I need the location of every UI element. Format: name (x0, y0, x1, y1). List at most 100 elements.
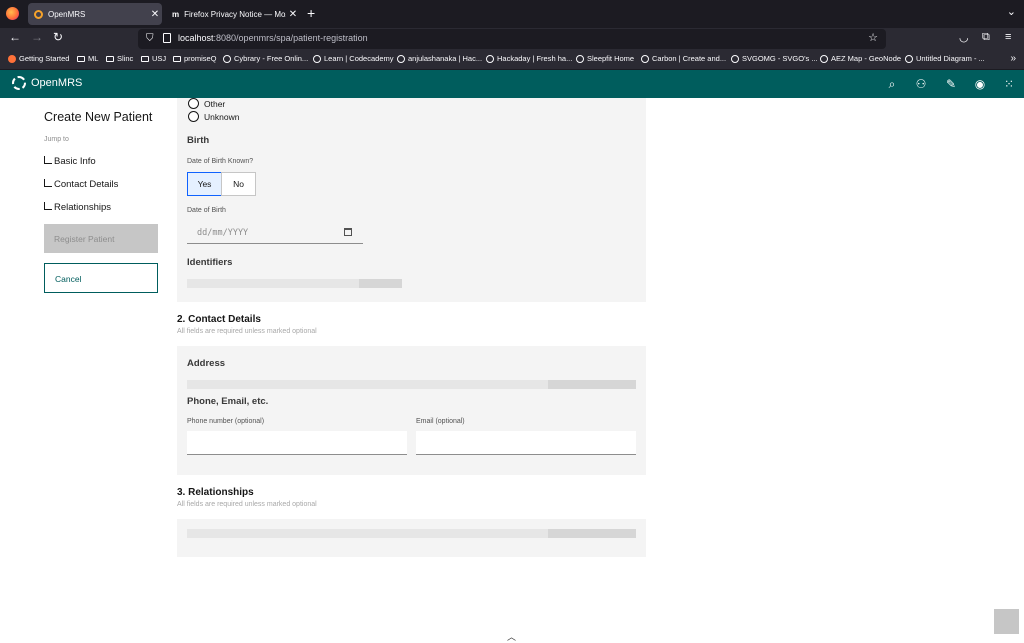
bookmarks-toolbar: Getting Started ML Slinc USJ promiseQ Cy… (0, 50, 1024, 70)
gender-option-unknown[interactable]: Unknown (188, 111, 239, 122)
bookmark-item[interactable]: Learn | Codecademy (313, 54, 394, 63)
chevron-double-right-icon[interactable]: » (1010, 53, 1016, 64)
jump-link-basic-info[interactable]: Basic Info (44, 155, 96, 167)
phone-input[interactable] (187, 431, 407, 455)
register-patient-button[interactable]: Register Patient (44, 224, 158, 253)
tab-title: Firefox Privacy Notice — Mozilla (184, 9, 286, 19)
menu-icon[interactable]: ≡ (1005, 31, 1011, 43)
corner-arrow-icon (44, 201, 52, 210)
email-label: Email (optional) (416, 418, 465, 425)
folder-icon (141, 55, 149, 62)
close-icon[interactable]: ✕ (286, 9, 300, 20)
bookmark-item[interactable]: promiseQ (173, 54, 217, 63)
birth-heading: Birth (187, 135, 210, 146)
dob-label: Date of Birth (187, 207, 226, 214)
calendar-icon[interactable] (344, 228, 352, 236)
openmrs-logo[interactable]: OpenMRS (12, 76, 82, 90)
scroll-to-top-button[interactable] (994, 609, 1019, 634)
contact-details-subtitle: All fields are required unless marked op… (177, 328, 317, 335)
user-avatar-icon[interactable]: ◉ (972, 76, 988, 92)
radio-button[interactable] (188, 111, 199, 122)
globe-icon (313, 54, 321, 63)
basic-info-panel (177, 98, 646, 302)
bookmark-item[interactable]: Getting Started (8, 54, 69, 63)
bookmark-item[interactable]: anjulashanaka | Hac... (397, 54, 482, 63)
email-input[interactable] (416, 431, 636, 455)
globe-icon (731, 54, 739, 63)
close-icon[interactable]: ✕ (148, 9, 162, 20)
phone-email-heading: Phone, Email, etc. (187, 396, 269, 407)
browser-navbar: ← → ↻ ⛉ localhost:8080/openmrs/spa/patie… (0, 28, 1024, 50)
globe-icon (905, 54, 913, 63)
tab-title: OpenMRS (48, 9, 86, 19)
chevron-up-icon[interactable]: ︿ (507, 630, 516, 643)
search-icon[interactable]: ⌕ (884, 76, 900, 92)
shield-icon[interactable]: ⛉ (146, 33, 154, 44)
dob-known-yes-button[interactable]: Yes (187, 172, 222, 196)
jump-link-contact-details[interactable]: Contact Details (44, 178, 118, 190)
folder-icon (106, 55, 114, 62)
bookmark-item[interactable]: Slinc (106, 54, 133, 63)
corner-arrow-icon (44, 155, 52, 164)
mozilla-favicon-icon: m (172, 9, 180, 19)
app-header: OpenMRS ⌕ ⚇ ✎ ◉ ⁙ (0, 70, 1024, 98)
back-icon[interactable]: ← (9, 30, 21, 44)
contact-details-title: 2. Contact Details (177, 314, 261, 325)
tools-icon[interactable]: ✎ (943, 76, 959, 92)
dob-known-label: Date of Birth Known? (187, 158, 254, 165)
loading-skeleton (359, 279, 402, 288)
app-switcher-icon[interactable]: ⁙ (1001, 76, 1017, 92)
dob-input[interactable]: dd/mm/YYYY (187, 222, 363, 244)
brand-name: OpenMRS (31, 77, 83, 89)
corner-arrow-icon (44, 178, 52, 187)
cancel-button[interactable]: Cancel (44, 263, 158, 293)
extensions-icon[interactable]: ⧉ (982, 31, 990, 44)
address-heading: Address (187, 358, 226, 369)
openmrs-logo-icon (12, 76, 26, 90)
bookmark-item[interactable]: AEZ Map - GeoNode (820, 54, 901, 63)
firefox-icon[interactable] (6, 7, 19, 20)
bookmark-item[interactable]: Untitled Diagram - ... (905, 54, 985, 63)
globe-icon (641, 54, 649, 63)
bookmark-item[interactable]: Hackaday | Fresh ha... (486, 54, 572, 63)
contact-details-panel (177, 346, 646, 475)
tab-openmrs[interactable]: OpenMRS ✕ (28, 3, 162, 25)
dob-known-no-button[interactable]: No (221, 172, 256, 196)
relationships-title: 3. Relationships (177, 487, 254, 498)
chevron-down-icon[interactable]: ⌄ (1007, 5, 1016, 18)
add-patient-icon[interactable]: ⚇ (913, 76, 929, 92)
openmrs-favicon-icon (34, 9, 43, 19)
loading-skeleton (548, 380, 636, 389)
bookmark-item[interactable]: Sleepfit Home (576, 54, 634, 63)
relationships-panel (177, 519, 646, 557)
globe-icon (576, 54, 584, 63)
relationships-subtitle: All fields are required unless marked op… (177, 501, 317, 508)
new-tab-icon[interactable]: + (307, 5, 315, 21)
tab-firefox-privacy[interactable]: m Firefox Privacy Notice — Mozilla ✕ (166, 3, 300, 25)
forward-icon[interactable]: → (31, 30, 43, 44)
globe-icon (397, 54, 405, 63)
globe-icon (223, 54, 231, 63)
pocket-icon[interactable]: ◡ (959, 31, 969, 44)
bookmark-item[interactable]: Cybrary - Free Onlin... (223, 54, 308, 63)
globe-icon (820, 54, 828, 63)
page-title: Create New Patient (44, 110, 153, 124)
reload-icon[interactable]: ↻ (53, 30, 63, 44)
bookmark-item[interactable]: Carbon | Create and... (641, 54, 726, 63)
radio-button[interactable] (188, 98, 199, 109)
star-icon[interactable]: ☆ (868, 31, 878, 44)
folder-icon (77, 55, 85, 62)
firefox-icon (8, 54, 16, 63)
bookmark-item[interactable]: SVGOMG - SVGO's ... (731, 54, 818, 63)
browser-tab-strip: OpenMRS ✕ m Firefox Privacy Notice — Moz… (0, 0, 1024, 28)
bookmark-item[interactable]: ML (77, 54, 98, 63)
url-bar[interactable]: ⛉ localhost:8080/openmrs/spa/patient-reg… (138, 29, 886, 49)
jump-link-relationships[interactable]: Relationships (44, 201, 111, 213)
url-text[interactable]: localhost:8080/openmrs/spa/patient-regis… (178, 33, 368, 43)
folder-icon (173, 55, 181, 62)
gender-option-other[interactable]: Other (188, 98, 225, 109)
jump-to-label: Jump to (44, 136, 69, 143)
globe-icon (486, 54, 494, 63)
page-icon[interactable] (163, 33, 171, 43)
bookmark-item[interactable]: USJ (141, 54, 166, 63)
